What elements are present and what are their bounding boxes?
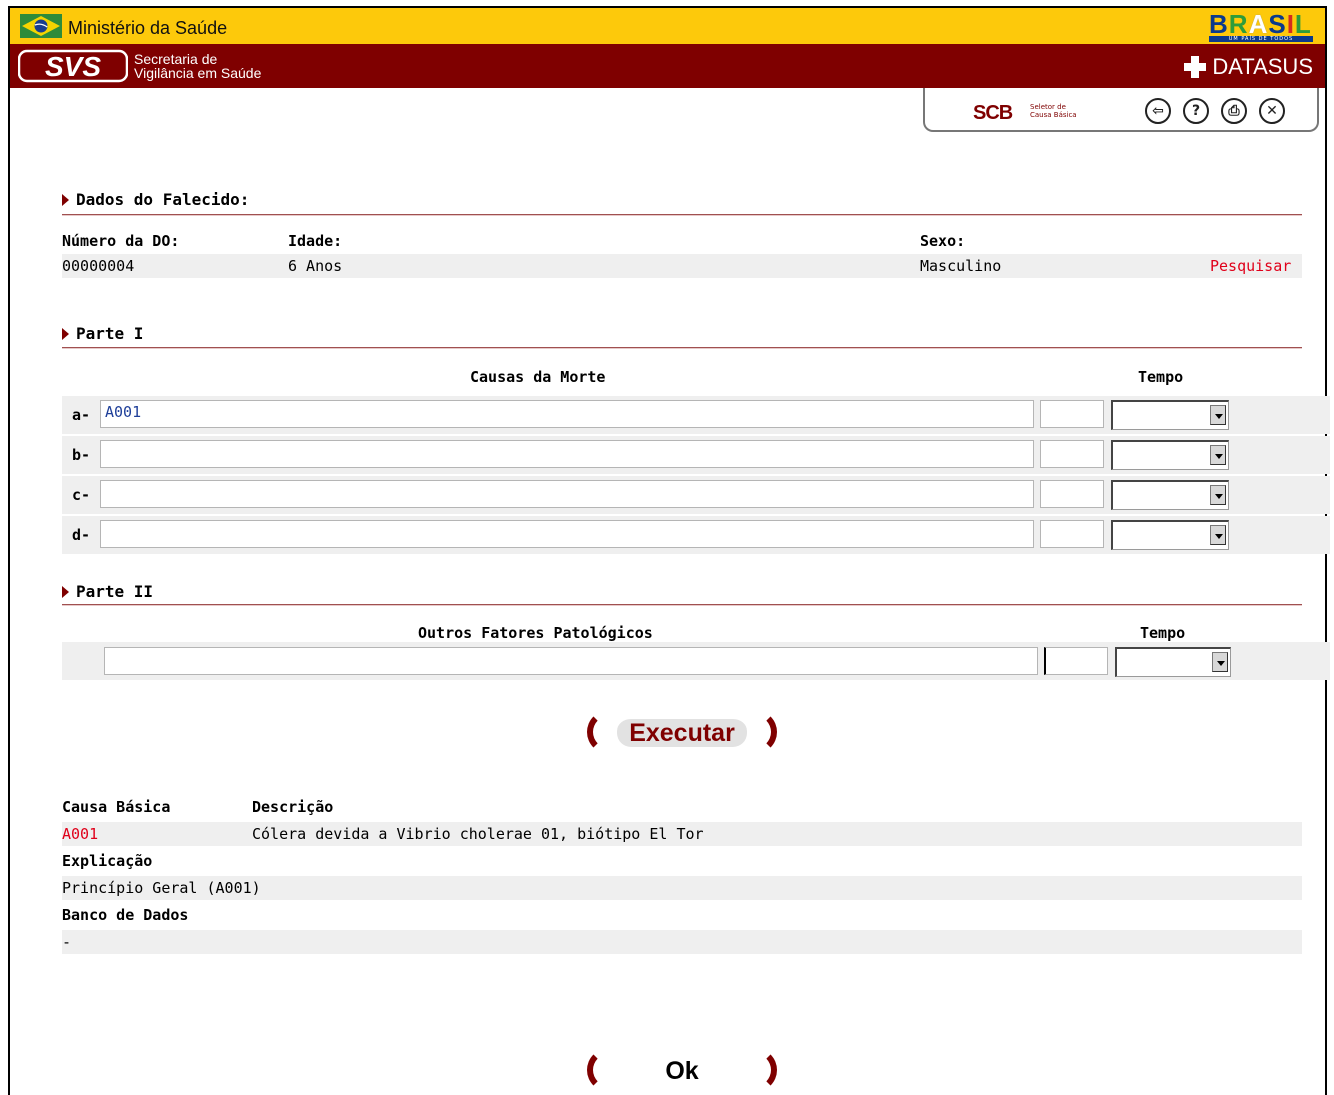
chevron-down-icon[interactable] — [1210, 405, 1226, 425]
row-letter: d- — [72, 526, 91, 544]
causa-basica-value: A001 — [62, 825, 99, 843]
outros-tempo-input[interactable] — [1044, 647, 1108, 675]
plus-cross-icon — [1184, 56, 1207, 78]
tempo-input-b[interactable] — [1040, 440, 1104, 468]
ok-button[interactable]: Ok — [587, 1048, 777, 1092]
cause-row-d: d- — [62, 516, 1330, 554]
tempo-unit-select-a[interactable] — [1111, 400, 1229, 430]
app-window: Ministério da Saúde BRASIL UM PAÍS DE TO… — [8, 6, 1330, 1095]
svs-title: Secretaria de Vigilância em Saúde — [134, 52, 261, 80]
chevron-down-icon[interactable] — [1210, 525, 1226, 545]
tempo-input-a[interactable] — [1040, 400, 1104, 428]
svg-text:SVS: SVS — [45, 51, 101, 82]
tempo-header: Tempo — [1140, 624, 1186, 642]
row-letter: c- — [72, 486, 91, 504]
svs-line2: Vigilância em Saúde — [134, 65, 262, 81]
outros-tempo-unit-select[interactable] — [1115, 647, 1231, 677]
sexo-value: Masculino — [920, 257, 1002, 275]
descricao-value: Cólera devida a Vibrio cholerae 01, biót… — [252, 825, 704, 843]
section-arrow-icon — [62, 193, 69, 206]
ministry-header: Ministério da Saúde BRASIL UM PAÍS DE TO… — [10, 8, 1325, 44]
explicacao-value: Princípio Geral (A001) — [62, 879, 261, 897]
cause-row-b: b- — [62, 436, 1330, 474]
section-arrow-icon — [62, 327, 69, 340]
section-title-text: Parte I — [76, 324, 144, 343]
causa-basica-row: A001 Cólera devida a Vibrio cholerae 01,… — [62, 822, 1302, 846]
causas-header: Causas da Morte — [470, 368, 606, 386]
scb-toolbar: SCB Seletor de Causa Básica ⇦ ? ⎙ ✕ — [923, 88, 1319, 132]
banco-dados-row: - — [62, 930, 1302, 954]
sexo-label: Sexo: — [920, 232, 966, 250]
scb-logo: SCB — [973, 102, 1013, 124]
section-divider — [62, 214, 1302, 216]
toolbar-icons: ⇦ ? ⎙ ✕ — [1145, 98, 1285, 124]
executar-button[interactable]: Executar — [587, 710, 777, 754]
numero-do-value: 00000004 — [62, 257, 135, 275]
row-letter: a- — [72, 406, 91, 424]
svs-logo: SVS — [18, 49, 128, 83]
brasil-logo: BRASIL UM PAÍS DE TODOS — [1209, 9, 1313, 42]
close-icon[interactable]: ✕ — [1259, 98, 1285, 124]
scb-sub-line1: Seletor de — [1030, 103, 1066, 111]
executar-label: Executar — [617, 717, 747, 747]
tempo-unit-select-b[interactable] — [1111, 440, 1229, 470]
tempo-input-d[interactable] — [1040, 520, 1104, 548]
banco-dados-value: - — [62, 933, 72, 951]
outros-fatores-input[interactable] — [104, 647, 1038, 675]
cause-input-d[interactable] — [100, 520, 1034, 548]
svs-line1: Secretaria de — [134, 51, 218, 67]
falecido-values-row: 00000004 6 Anos Masculino Pesquisar — [62, 254, 1302, 278]
cause-row-c: c- — [62, 476, 1330, 514]
brasil-tagline: UM PAÍS DE TODOS — [1209, 36, 1313, 42]
tempo-input-c[interactable] — [1040, 480, 1104, 508]
ok-label: Ok — [659, 1055, 705, 1085]
svs-header: SVS Secretaria de Vigilância em Saúde DA… — [10, 44, 1325, 88]
chevron-down-icon[interactable] — [1210, 445, 1226, 465]
ministry-title: Ministério da Saúde — [68, 18, 228, 38]
cause-row-a: a- A001 — [62, 396, 1330, 434]
section-parte-ii: Parte II — [62, 582, 153, 601]
section-divider — [62, 347, 1302, 349]
help-icon[interactable]: ? — [1183, 98, 1209, 124]
chevron-down-icon[interactable] — [1210, 485, 1226, 505]
section-dados-falecido: Dados do Falecido: — [62, 190, 249, 209]
tempo-header: Tempo — [1138, 368, 1184, 386]
section-arrow-icon — [62, 585, 69, 598]
outros-fatores-header: Outros Fatores Patológicos — [418, 624, 653, 642]
row-letter: b- — [72, 446, 91, 464]
section-title-text: Dados do Falecido: — [76, 190, 250, 209]
numero-do-label: Número da DO: — [62, 232, 180, 250]
explicacao-row: Princípio Geral (A001) — [62, 876, 1302, 900]
cause-input-a[interactable]: A001 — [100, 400, 1034, 428]
back-icon[interactable]: ⇦ — [1145, 98, 1171, 124]
cause-input-b[interactable] — [100, 440, 1034, 468]
pesquisar-link[interactable]: Pesquisar — [1210, 257, 1291, 275]
tempo-unit-select-c[interactable] — [1111, 480, 1229, 510]
chevron-down-icon[interactable] — [1212, 652, 1228, 672]
section-parte-i: Parte I — [62, 324, 143, 343]
datasus-label: DATASUS — [1212, 54, 1313, 79]
datasus-logo: DATASUS — [1184, 54, 1313, 80]
scb-sub-line2: Causa Básica — [1030, 111, 1077, 119]
scb-subtitle: Seletor de Causa Básica — [1030, 103, 1077, 119]
tempo-unit-select-d[interactable] — [1111, 520, 1229, 550]
banco-dados-label: Banco de Dados — [62, 906, 189, 924]
print-icon[interactable]: ⎙ — [1221, 98, 1247, 124]
section-divider — [62, 604, 1302, 606]
causa-basica-label: Causa Básica — [62, 798, 171, 816]
section-title-text: Parte II — [76, 582, 154, 601]
idade-value: 6 Anos — [288, 257, 343, 275]
descricao-label: Descrição — [252, 798, 334, 816]
brazil-flag-icon — [20, 14, 62, 38]
explicacao-label: Explicação — [62, 852, 153, 870]
cause-input-c[interactable] — [100, 480, 1034, 508]
outros-fatores-row — [62, 642, 1330, 680]
idade-label: Idade: — [288, 232, 343, 250]
